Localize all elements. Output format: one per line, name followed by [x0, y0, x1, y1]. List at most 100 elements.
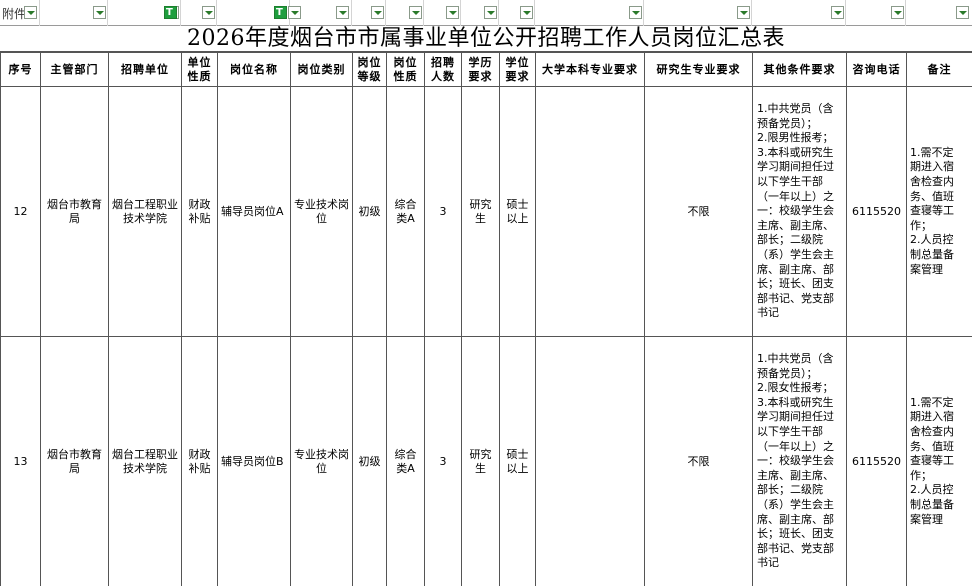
- cell-edu[interactable]: 研究生: [461, 86, 500, 337]
- header-post-nature[interactable]: 岗位性质: [386, 52, 425, 87]
- cell-post-name[interactable]: 辅导员岗位B: [217, 336, 291, 586]
- cell-remark[interactable]: 1.需不定 期进入宿 舍检查内 务、值班 查寝等工 作； 2.人员控 制总量备 …: [906, 336, 972, 586]
- cell-dept[interactable]: 烟台市教育局: [40, 336, 109, 586]
- filter-cell-other: [752, 0, 846, 26]
- header-unit-nature[interactable]: 单位性质: [181, 52, 218, 87]
- remark-line: 作；: [910, 468, 932, 482]
- cell-edu[interactable]: 研究生: [461, 336, 500, 586]
- condition-line: 2.限男性报考；: [757, 131, 834, 145]
- condition-line: 主席、副主席、: [757, 468, 834, 482]
- remark-line: 期进入宿: [910, 410, 954, 424]
- cell-count[interactable]: 3: [424, 336, 462, 586]
- remark-line: 2.人员控: [910, 233, 954, 247]
- positions-table: 序号 主管部门 招聘单位 单位性质 岗位名称 岗位类别 岗位等级 岗位性质 招聘…: [0, 52, 972, 586]
- cell-seq[interactable]: 13: [0, 336, 41, 586]
- cell-degree[interactable]: 硕士以上: [499, 336, 536, 586]
- filter-dropdown-phone[interactable]: [891, 6, 904, 19]
- filter-dropdown-seq[interactable]: [24, 6, 37, 19]
- header-remark[interactable]: 备注: [906, 52, 972, 87]
- filter-dropdown-edu[interactable]: [484, 6, 497, 19]
- condition-line: 部书记、党支部: [757, 291, 834, 305]
- condition-line: 一：校级学生会: [757, 204, 834, 218]
- autofilter-row: 附件: T T: [0, 0, 972, 26]
- remark-line: 务、值班: [910, 189, 954, 203]
- condition-line: （系）学生会主: [757, 497, 834, 511]
- cell-post-type[interactable]: 专业技术岗位: [290, 86, 353, 337]
- chevron-down-icon: [523, 11, 531, 15]
- filter-dropdown-count[interactable]: [446, 6, 459, 19]
- header-undergrad[interactable]: 大学本科专业要求: [535, 52, 645, 87]
- condition-line: 部长；二级院: [757, 233, 823, 247]
- cell-count[interactable]: 3: [424, 86, 462, 337]
- header-row: 序号 主管部门 招聘单位 单位性质 岗位名称 岗位类别 岗位等级 岗位性质 招聘…: [0, 52, 972, 87]
- filter-dropdown-degree[interactable]: [520, 6, 533, 19]
- header-edu[interactable]: 学历要求: [461, 52, 500, 87]
- cell-other[interactable]: 1.中共党员（含 预备党员）； 2.限女性报考； 3.本科或研究生 学习期间担任…: [752, 336, 847, 586]
- filter-dropdown-post-level[interactable]: [371, 6, 384, 19]
- filter-dropdown-grad[interactable]: [737, 6, 750, 19]
- header-post-level[interactable]: 岗位等级: [352, 52, 387, 87]
- condition-line: 部长；二级院: [757, 483, 823, 497]
- condition-line: 席、副主席、部: [757, 262, 834, 276]
- cell-degree[interactable]: 硕士以上: [499, 86, 536, 337]
- cell-post-nature[interactable]: 综合类A: [386, 86, 425, 337]
- filter-dropdown-post-name[interactable]: [288, 6, 301, 19]
- cell-undergrad[interactable]: [535, 336, 645, 586]
- filter-dropdown-remark[interactable]: [956, 6, 969, 19]
- condition-line: 1.中共党员（含: [757, 102, 834, 116]
- chevron-down-icon: [449, 11, 457, 15]
- filter-dropdown-post-nature[interactable]: [409, 6, 422, 19]
- cell-other[interactable]: 1.中共党员（含 预备党员）； 2.限男性报考； 3.本科或研究生 学习期间担任…: [752, 86, 847, 337]
- condition-line: 预备党员）；: [757, 116, 818, 130]
- filter-active-unit[interactable]: T: [164, 6, 177, 19]
- remark-line: 1.需不定: [910, 145, 954, 159]
- cell-post-nature[interactable]: 综合类A: [386, 336, 425, 586]
- header-dept[interactable]: 主管部门: [40, 52, 109, 87]
- filter-active-post-name[interactable]: T: [274, 6, 287, 19]
- cell-unit-nature[interactable]: 财政补贴: [181, 86, 218, 337]
- header-grad[interactable]: 研究生专业要求: [644, 52, 753, 87]
- condition-line: （一年以上）之: [757, 189, 834, 203]
- condition-line: 主席、副主席、: [757, 218, 834, 232]
- cell-unit[interactable]: 烟台工程职业技术学院: [108, 336, 182, 586]
- filter-dropdown-other[interactable]: [831, 6, 844, 19]
- cell-unit-nature[interactable]: 财政补贴: [181, 336, 218, 586]
- cell-grad[interactable]: 不限: [644, 86, 753, 337]
- condition-line: 书记: [757, 306, 779, 320]
- remark-line: 2.人员控: [910, 483, 954, 497]
- filter-dropdown-post-type[interactable]: [336, 6, 349, 19]
- remark-line: 舍检查内: [910, 175, 954, 189]
- header-post-type[interactable]: 岗位类别: [290, 52, 353, 87]
- cell-remark[interactable]: 1.需不定 期进入宿 舍检查内 务、值班 查寝等工 作； 2.人员控 制总量备 …: [906, 86, 972, 337]
- remark-line: 务、值班: [910, 439, 954, 453]
- header-other[interactable]: 其他条件要求: [752, 52, 847, 87]
- filter-cell-remark: [906, 0, 972, 26]
- cell-phone[interactable]: 6115520: [846, 336, 907, 586]
- header-seq[interactable]: 序号: [0, 52, 41, 87]
- cell-seq[interactable]: 12: [0, 86, 41, 337]
- header-unit[interactable]: 招聘单位: [108, 52, 182, 87]
- cell-post-type[interactable]: 专业技术岗位: [290, 336, 353, 586]
- header-phone[interactable]: 咨询电话: [846, 52, 907, 87]
- cell-grad[interactable]: 不限: [644, 336, 753, 586]
- condition-line: 席、副主席、部: [757, 512, 834, 526]
- filter-cell-post-level: [352, 0, 386, 26]
- sheet-title-row[interactable]: 2026年度烟台市市属事业单位公开招聘工作人员岗位汇总表: [0, 26, 972, 52]
- cell-dept[interactable]: 烟台市教育局: [40, 86, 109, 337]
- cell-phone[interactable]: 6115520: [846, 86, 907, 337]
- condition-line: 长；班长、团支: [757, 277, 834, 291]
- filter-dropdown-dept[interactable]: [93, 6, 106, 19]
- cell-post-level[interactable]: 初级: [352, 336, 387, 586]
- condition-line: 以下学生干部: [757, 175, 823, 189]
- cell-undergrad[interactable]: [535, 86, 645, 337]
- cell-post-level[interactable]: 初级: [352, 86, 387, 337]
- condition-line: （一年以上）之: [757, 439, 834, 453]
- cell-post-name[interactable]: 辅导员岗位A: [217, 86, 291, 337]
- header-degree[interactable]: 学位要求: [499, 52, 536, 87]
- filter-dropdown-unit-nature[interactable]: [202, 6, 215, 19]
- header-post-name[interactable]: 岗位名称: [217, 52, 291, 87]
- filter-dropdown-undergrad[interactable]: [629, 6, 642, 19]
- chevron-down-icon: [834, 11, 842, 15]
- cell-unit[interactable]: 烟台工程职业技术学院: [108, 86, 182, 337]
- header-count[interactable]: 招聘人数: [424, 52, 462, 87]
